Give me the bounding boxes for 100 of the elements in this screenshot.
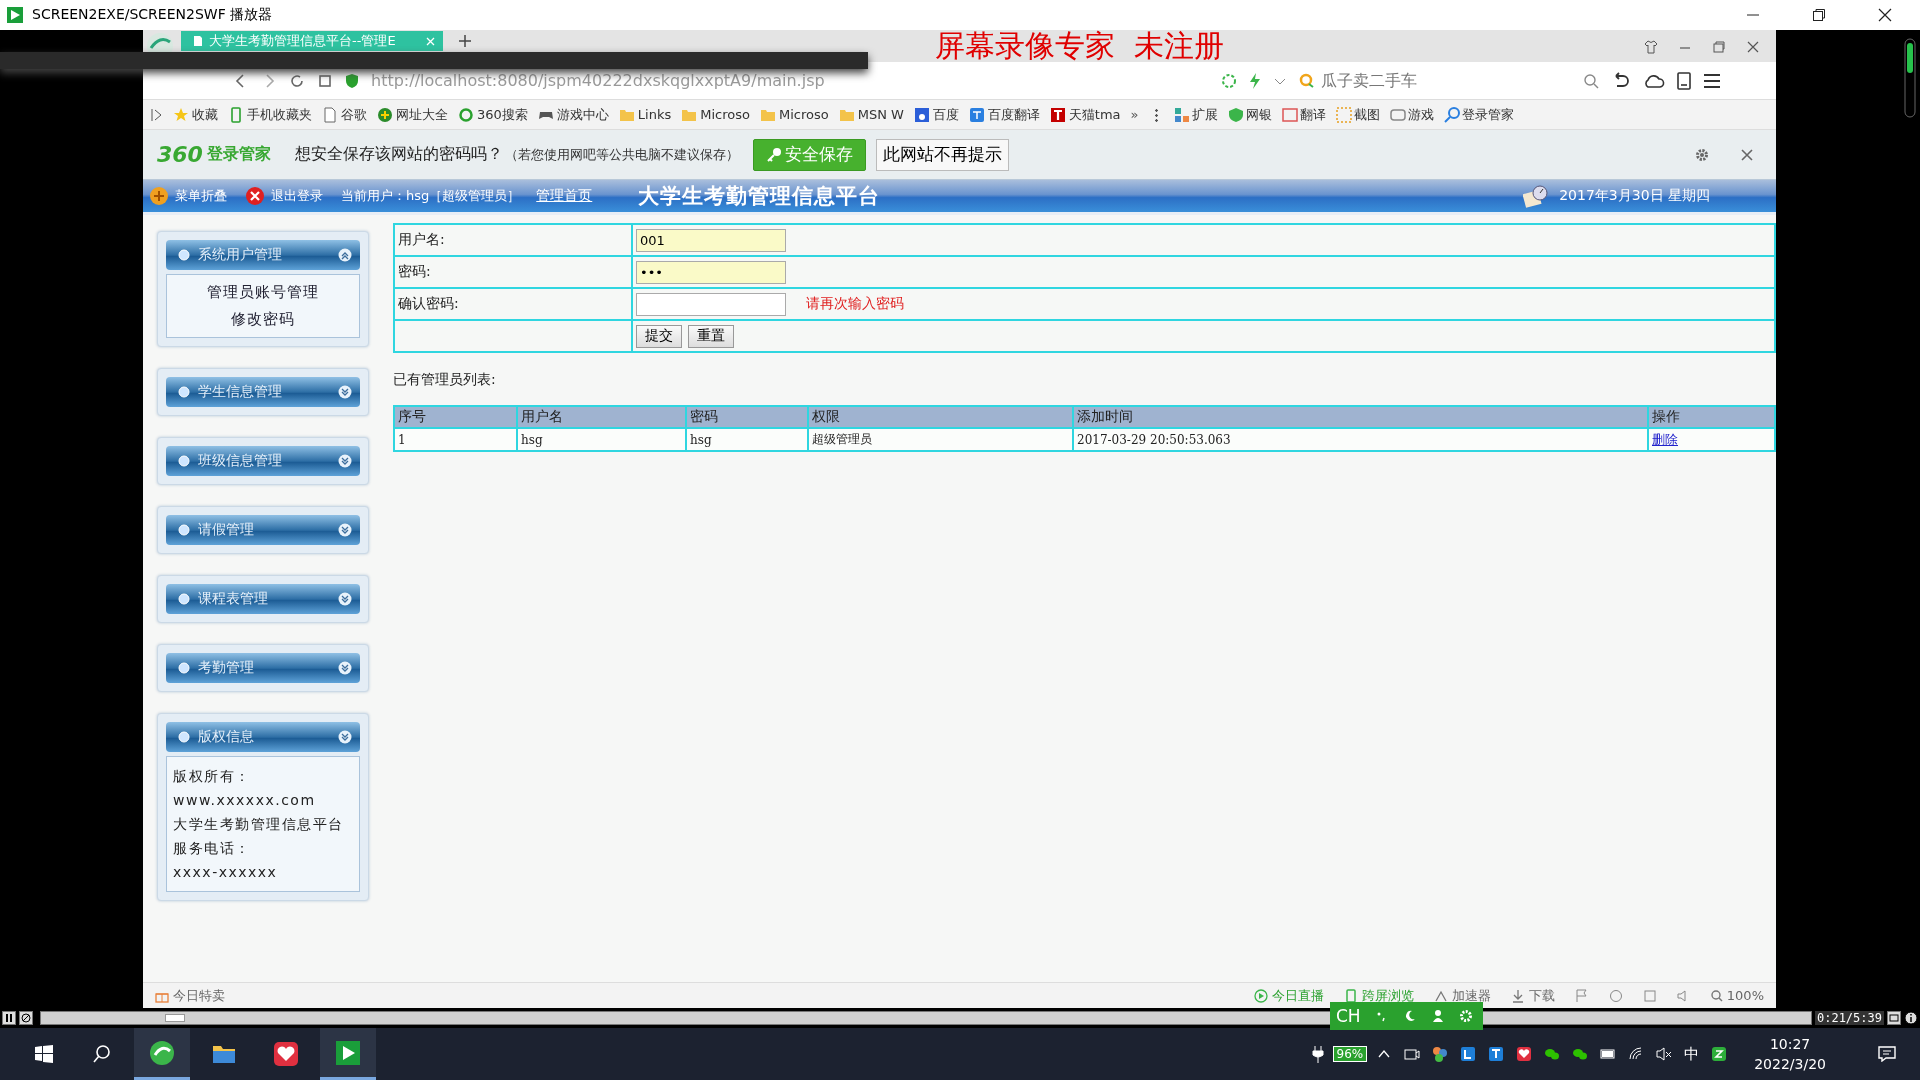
stop-icon[interactable] [19,1011,33,1025]
input-method-text[interactable]: 中 [1684,1044,1700,1064]
app-icon [6,6,24,24]
input-field[interactable]: ••• [636,260,786,284]
home-icon[interactable] [317,72,333,89]
form-button[interactable]: 重置 [688,324,734,348]
bookmark[interactable]: 谷歌 [322,105,367,124]
bookmark[interactable]: 天猫tma [1049,105,1121,124]
bookmark[interactable]: 百度翻译 [968,105,1040,124]
skin-icon[interactable] [1644,40,1658,54]
extension-button[interactable]: 翻译 [1281,105,1326,124]
zoom-control[interactable]: 100% [1710,988,1764,1003]
bookmark[interactable]: MSN W [838,106,904,123]
extension-button[interactable]: 扩展 [1173,105,1218,124]
expand-icon [338,385,352,399]
restore-icon[interactable] [1812,8,1826,22]
menu-icon[interactable] [1703,72,1721,89]
password-prompt: 想安全保存该网站的密码吗？ [294,144,503,165]
extension-button[interactable]: 网银 [1227,105,1272,124]
mute-icon[interactable] [1656,1046,1673,1062]
bookmark[interactable]: 网址大全 [377,105,448,124]
bookmark[interactable]: 游戏中心 [537,105,609,124]
progress-thumb[interactable] [164,1014,185,1022]
play-circle-icon [1253,988,1268,1003]
search-field[interactable]: 瓜子卖二手车 [1319,70,1579,91]
letter-z-app-icon[interactable] [1711,1046,1728,1062]
bullet-icon [178,662,190,674]
more-bookmarks[interactable]: » [1130,107,1139,122]
refresh-icon[interactable] [289,72,305,89]
gamepad-icon [1389,106,1406,123]
bookmark[interactable]: 百度 [913,105,959,124]
bookmark[interactable]: Links [618,106,672,123]
home-link[interactable]: 管理首页 [536,187,593,205]
battery-icon[interactable] [1600,1046,1617,1062]
close-icon[interactable] [1878,8,1892,22]
taskbar-app[interactable] [134,1028,190,1080]
sidebar-toggle-icon[interactable] [151,107,163,122]
heart-app-icon[interactable] [1516,1046,1533,1062]
bookmark[interactable]: Microso [681,106,750,123]
star-icon [173,106,189,123]
chat-icon[interactable] [1572,1046,1589,1062]
date-text: 2017年3月30日 星期四 [1559,187,1710,205]
new-tab-icon[interactable] [459,35,471,47]
more-icon[interactable] [1154,107,1158,122]
taskbar-app[interactable] [320,1028,376,1080]
paw-icon [913,106,930,123]
status-button[interactable]: 下载 [1510,986,1555,1005]
clock-time[interactable]: 10:27 [1769,1034,1811,1054]
watermark-text: 屏幕录像专家 未注册 [935,30,1225,62]
colorful-app-icon[interactable] [1432,1046,1449,1062]
settings-icon[interactable] [1458,1009,1473,1023]
deals-link[interactable]: 今日特卖 [155,986,225,1005]
delete-link[interactable]: 删除 [1648,428,1775,451]
never-ask-button[interactable]: 此网站不再提示 [875,138,1009,171]
windows-start-icon[interactable] [34,1044,54,1064]
menu-header[interactable]: 班级信息管理 [166,446,360,476]
bookmark[interactable]: 手机收藏夹 [228,105,312,124]
letter-l-app-icon[interactable] [1460,1046,1477,1062]
menu-header[interactable]: 请假管理 [166,515,360,545]
logout-link[interactable]: 退出登录 [245,186,323,206]
bullet-icon [178,731,190,743]
menu-header[interactable]: 版权信息 [166,722,360,752]
info-icon[interactable] [1904,1011,1918,1025]
bookmark[interactable]: Microso [759,106,829,123]
menu-header[interactable]: 考勤管理 [166,653,360,683]
fullscreen-icon[interactable] [1887,1011,1901,1025]
playback-time: 0:21/5:39 [1814,1011,1884,1025]
menu-header[interactable]: 系统用户管理 [166,240,360,270]
close-circle-icon [245,186,265,206]
current-user-text: 当前用户：hsg［超级管理员］ [341,187,521,205]
letter-t-app-icon[interactable] [1488,1046,1505,1062]
settings-icon[interactable] [1694,146,1710,163]
user-icon[interactable] [1430,1009,1445,1023]
page-icon [322,106,338,123]
page-icon [193,35,203,47]
menu-header[interactable]: 课程表管理 [166,584,360,614]
bookmark[interactable]: 360搜索 [458,105,528,124]
heart-app-icon [273,1041,299,1067]
menu-header[interactable]: 学生信息管理 [166,377,360,407]
extension-button[interactable]: 截图 [1335,105,1380,124]
extension-button[interactable]: 游戏 [1389,105,1434,124]
input-field[interactable]: 001 [636,228,786,252]
search-icon[interactable] [92,1044,112,1064]
calendar-clock-icon [1523,184,1550,208]
column-header: 权限 [808,406,1073,428]
status-button[interactable]: 加速器 [1433,986,1491,1005]
camera-icon[interactable] [1404,1046,1421,1062]
list-caption: 已有管理员列表: [393,371,497,389]
clock-date[interactable]: 2022/3/20 [1754,1054,1826,1074]
phone-icon[interactable] [1677,71,1691,90]
pause-icon[interactable] [2,1011,16,1025]
menu-link[interactable]: 修改密码 [231,310,295,329]
notification-icon[interactable] [1878,1046,1896,1062]
extension-button[interactable]: 登录管家 [1443,105,1514,124]
plug-icon[interactable] [1311,1045,1324,1063]
chat-icon[interactable] [1544,1046,1561,1062]
input-field[interactable] [636,292,786,316]
form-button[interactable]: 提交 [636,324,682,348]
bookmark[interactable]: 收藏 [173,105,218,124]
menu-link[interactable]: 管理员账号管理 [207,283,319,302]
